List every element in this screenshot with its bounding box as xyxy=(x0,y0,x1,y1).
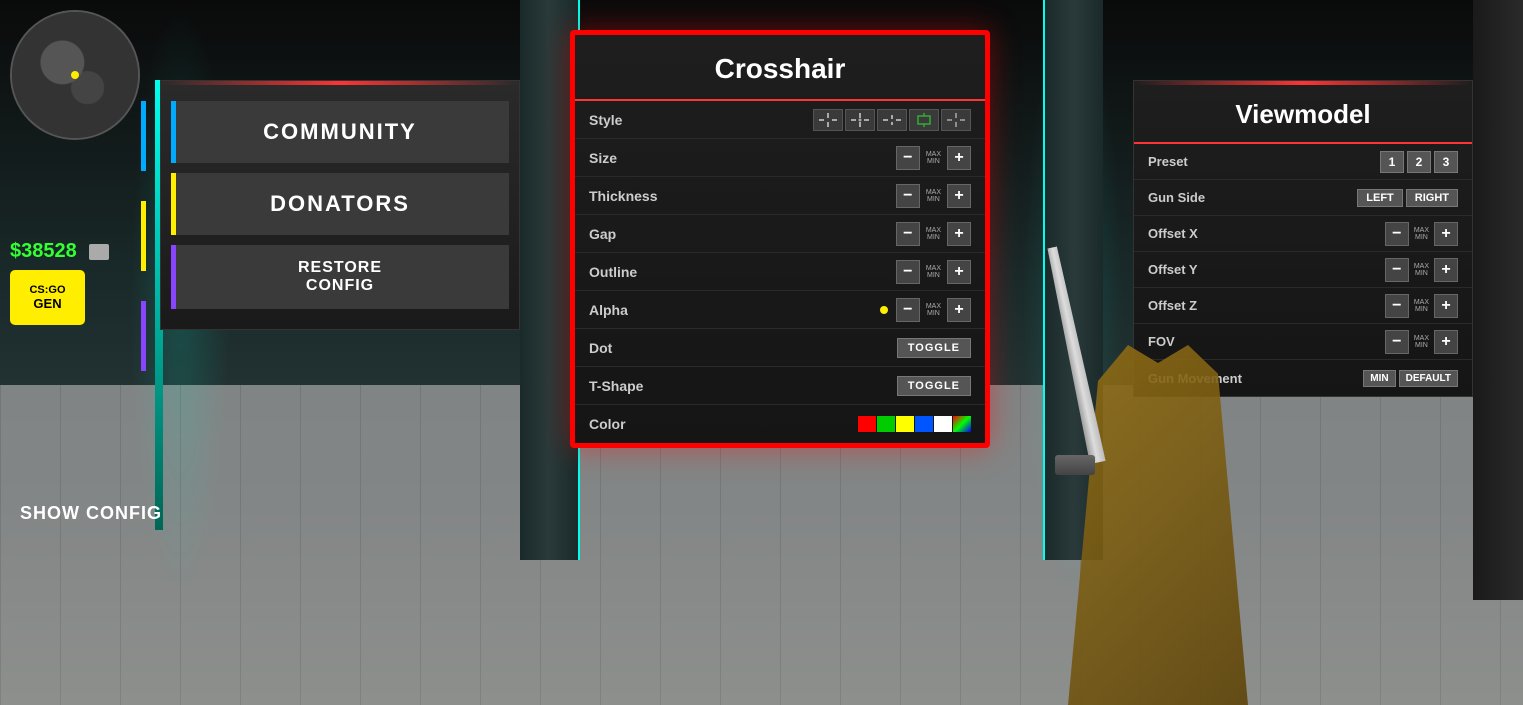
community-button[interactable]: COMMUNITY xyxy=(171,101,509,163)
gap-label: Gap xyxy=(589,226,679,242)
money-icon xyxy=(89,244,109,260)
style-icon-3[interactable] xyxy=(877,109,907,131)
vm-row-offset-x: Offset X − MAXMIN + xyxy=(1134,216,1472,252)
crosshair-row-thickness: Thickness − MAXMIN + xyxy=(575,177,985,215)
vm-row-gun-side: Gun Side LEFT RIGHT xyxy=(1134,180,1472,216)
vm-row-offset-y: Offset Y − MAXMIN + xyxy=(1134,252,1472,288)
offset-y-controls: − MAXMIN + xyxy=(1385,258,1458,282)
restore-config-button[interactable]: RESTORECONFIG xyxy=(171,245,509,309)
size-maxmin: MAXMIN xyxy=(926,151,941,165)
tshape-label: T-Shape xyxy=(589,378,679,394)
style-icon-group xyxy=(813,109,971,131)
offset-x-maxmin: MAXMIN xyxy=(1414,227,1429,241)
donators-button[interactable]: DONATORS xyxy=(171,173,509,235)
swatch-red[interactable] xyxy=(858,416,876,432)
outline-minus-button[interactable]: − xyxy=(896,260,920,284)
money-amount: $38528 xyxy=(10,240,77,263)
offset-y-minus[interactable]: − xyxy=(1385,258,1409,282)
gun-movement-default-button[interactable]: DEFAULT xyxy=(1399,370,1458,387)
pillar-far-right xyxy=(1473,0,1523,600)
minimap xyxy=(10,10,140,140)
preset-3-button[interactable]: 3 xyxy=(1434,151,1458,173)
size-minus-button[interactable]: − xyxy=(896,146,920,170)
preset-label: Preset xyxy=(1148,154,1380,169)
gun-side-controls: LEFT RIGHT xyxy=(1357,189,1458,207)
knife-guard xyxy=(1055,455,1095,475)
fov-minus[interactable]: − xyxy=(1385,330,1409,354)
style-icon-5[interactable] xyxy=(941,109,971,131)
accent-bar-community xyxy=(141,101,146,171)
fov-plus[interactable]: + xyxy=(1434,330,1458,354)
outline-maxmin: MAXMIN xyxy=(926,265,941,279)
gap-minus-button[interactable]: − xyxy=(896,222,920,246)
fov-controls: − MAXMIN + xyxy=(1385,330,1458,354)
thickness-controls: − MAXMIN + xyxy=(679,184,971,208)
csgo-logo-container: CS:GO GEN xyxy=(10,270,85,325)
thickness-maxmin: MAXMIN xyxy=(926,189,941,203)
offset-x-minus[interactable]: − xyxy=(1385,222,1409,246)
alpha-label: Alpha xyxy=(589,302,679,318)
crosshair-title: Crosshair xyxy=(575,35,985,101)
preset-controls: 1 2 3 xyxy=(1380,151,1458,173)
csgo-logo-line2: GEN xyxy=(33,296,61,311)
style-label: Style xyxy=(589,112,679,128)
offset-y-maxmin: MAXMIN xyxy=(1414,263,1429,277)
gap-plus-button[interactable]: + xyxy=(947,222,971,246)
style-controls xyxy=(679,109,971,131)
crosshair-row-size: Size − MAXMIN + xyxy=(575,139,985,177)
hand-shape xyxy=(993,345,1293,705)
gun-side-right-button[interactable]: RIGHT xyxy=(1406,189,1458,207)
preset-1-button[interactable]: 1 xyxy=(1380,151,1404,173)
dot-label: Dot xyxy=(589,340,679,356)
gun-side-left-button[interactable]: LEFT xyxy=(1357,189,1403,207)
preset-2-button[interactable]: 2 xyxy=(1407,151,1431,173)
offset-z-maxmin: MAXMIN xyxy=(1414,299,1429,313)
outline-label: Outline xyxy=(589,264,679,280)
crosshair-row-outline: Outline − MAXMIN + xyxy=(575,253,985,291)
vm-row-preset: Preset 1 2 3 xyxy=(1134,144,1472,180)
outline-controls: − MAXMIN + xyxy=(679,260,971,284)
csgo-logo-line1: CS:GO xyxy=(29,284,65,296)
outline-plus-button[interactable]: + xyxy=(947,260,971,284)
knife-hand-container xyxy=(893,305,1373,705)
offset-y-plus[interactable]: + xyxy=(1434,258,1458,282)
minimap-inner xyxy=(12,12,138,138)
money-display: $38528 xyxy=(10,240,109,263)
color-label: Color xyxy=(589,416,679,432)
style-icon-1[interactable] xyxy=(813,109,843,131)
crosshair-row-style: Style xyxy=(575,101,985,139)
size-plus-button[interactable]: + xyxy=(947,146,971,170)
alpha-dot xyxy=(880,306,888,314)
show-config-label: SHOW CONFIG xyxy=(20,503,162,523)
show-config[interactable]: SHOW CONFIG xyxy=(20,503,162,525)
offset-x-plus[interactable]: + xyxy=(1434,222,1458,246)
csgo-logo: CS:GO GEN xyxy=(10,270,85,325)
accent-bar-restore xyxy=(141,301,146,371)
crosshair-row-gap: Gap − MAXMIN + xyxy=(575,215,985,253)
accent-bar-donators xyxy=(141,201,146,271)
thickness-label: Thickness xyxy=(589,188,679,204)
offset-y-label: Offset Y xyxy=(1148,262,1385,277)
size-controls: − MAXMIN + xyxy=(679,146,971,170)
viewmodel-title: Viewmodel xyxy=(1134,85,1472,144)
gap-controls: − MAXMIN + xyxy=(679,222,971,246)
thickness-minus-button[interactable]: − xyxy=(896,184,920,208)
gun-side-label: Gun Side xyxy=(1148,190,1357,205)
offset-z-minus[interactable]: − xyxy=(1385,294,1409,318)
minimap-player-dot xyxy=(71,71,79,79)
style-icon-2[interactable] xyxy=(845,109,875,131)
fov-maxmin: MAXMIN xyxy=(1414,335,1429,349)
left-panel-top-bar xyxy=(161,81,519,85)
style-icon-4[interactable] xyxy=(909,109,939,131)
offset-z-plus[interactable]: + xyxy=(1434,294,1458,318)
offset-z-controls: − MAXMIN + xyxy=(1385,294,1458,318)
thickness-plus-button[interactable]: + xyxy=(947,184,971,208)
gun-movement-controls: MIN DEFAULT xyxy=(1363,370,1458,387)
left-panel: COMMUNITY DONATORS RESTORECONFIG xyxy=(160,80,520,330)
size-label: Size xyxy=(589,150,679,166)
offset-x-controls: − MAXMIN + xyxy=(1385,222,1458,246)
offset-x-label: Offset X xyxy=(1148,226,1385,241)
gap-maxmin: MAXMIN xyxy=(926,227,941,241)
